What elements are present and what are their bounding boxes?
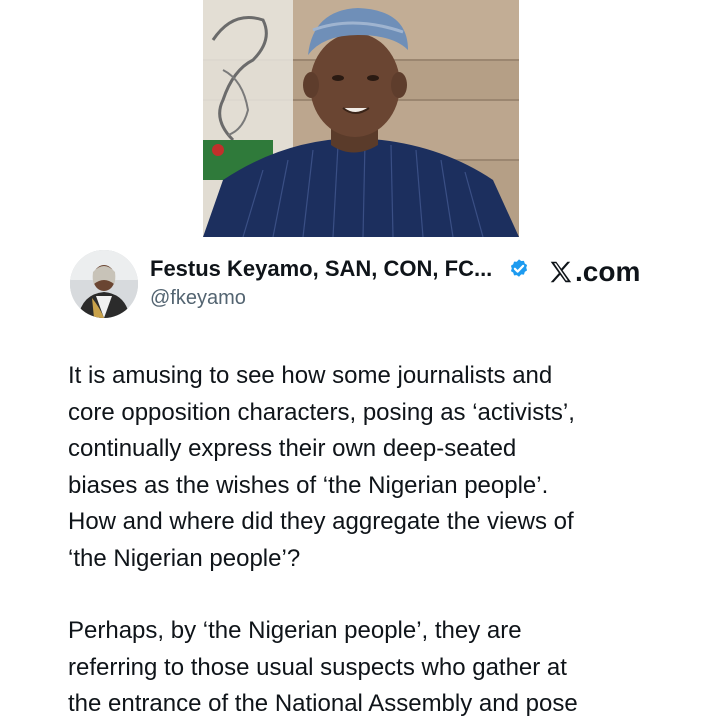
x-logo-icon xyxy=(548,259,574,285)
source-link[interactable]: .com xyxy=(548,255,640,289)
author-display-name[interactable]: Festus Keyamo, SAN, CON, FC... xyxy=(150,256,492,282)
source-label: .com xyxy=(575,256,641,287)
author-avatar[interactable] xyxy=(70,250,138,318)
post-paragraph: Perhaps, by ‘the Nigerian people’, they … xyxy=(68,617,578,717)
post-paragraph: It is amusing to see how some journalist… xyxy=(68,362,575,572)
author-handle[interactable]: @fkeyamo xyxy=(150,287,246,310)
verified-badge-icon xyxy=(508,258,530,280)
post-photo[interactable] xyxy=(203,0,519,237)
post-text: It is amusing to see how some journalist… xyxy=(68,358,688,723)
portrait-image xyxy=(203,0,519,237)
avatar-image xyxy=(70,250,138,318)
